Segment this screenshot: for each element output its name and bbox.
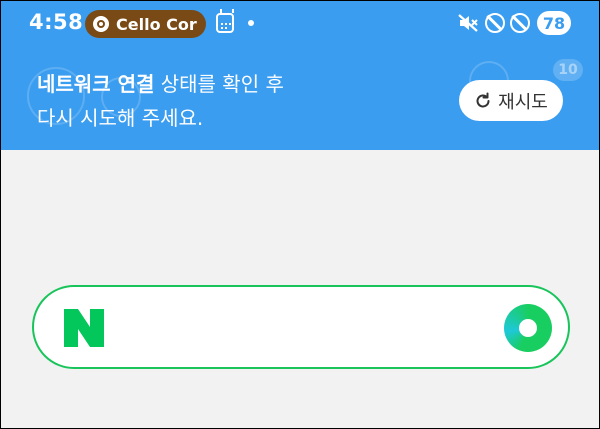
message-line1: 상태를 확인 후 [154,72,284,96]
naver-n-logo-icon [64,309,104,347]
calendar-icon [216,9,234,33]
message-line2: 다시 시도해 주세요. [37,106,204,130]
search-bar[interactable] [32,285,570,369]
green-dot-button-icon[interactable] [504,304,552,352]
message-bold: 네트워크 연결 [37,72,155,96]
retry-button[interactable]: 재시도 [459,80,563,121]
battery-indicator: 78 [537,11,571,35]
chip-label: Cello Cor [116,14,197,34]
record-icon [93,16,109,32]
call-recording-chip[interactable]: Cello Cor [85,10,206,38]
notification-dot [248,20,254,26]
notification-count-badge: 10 [553,59,583,81]
refresh-icon [476,92,490,107]
clock: 4:58 [29,10,84,34]
app-screen: 10 4:58 Cello Cor 78 네트워크 연결 상태를 확인 후 다시… [1,1,599,428]
network-error-banner: 10 4:58 Cello Cor 78 네트워크 연결 상태를 확인 후 다시… [1,1,599,150]
block-icon [485,13,505,33]
status-bar: 4:58 Cello Cor 78 [1,1,599,45]
mute-icon [457,13,479,33]
block-icon [510,13,530,33]
retry-label: 재시도 [498,91,548,113]
network-error-message: 네트워크 연결 상태를 확인 후 다시 시도해 주세요. [37,67,284,135]
